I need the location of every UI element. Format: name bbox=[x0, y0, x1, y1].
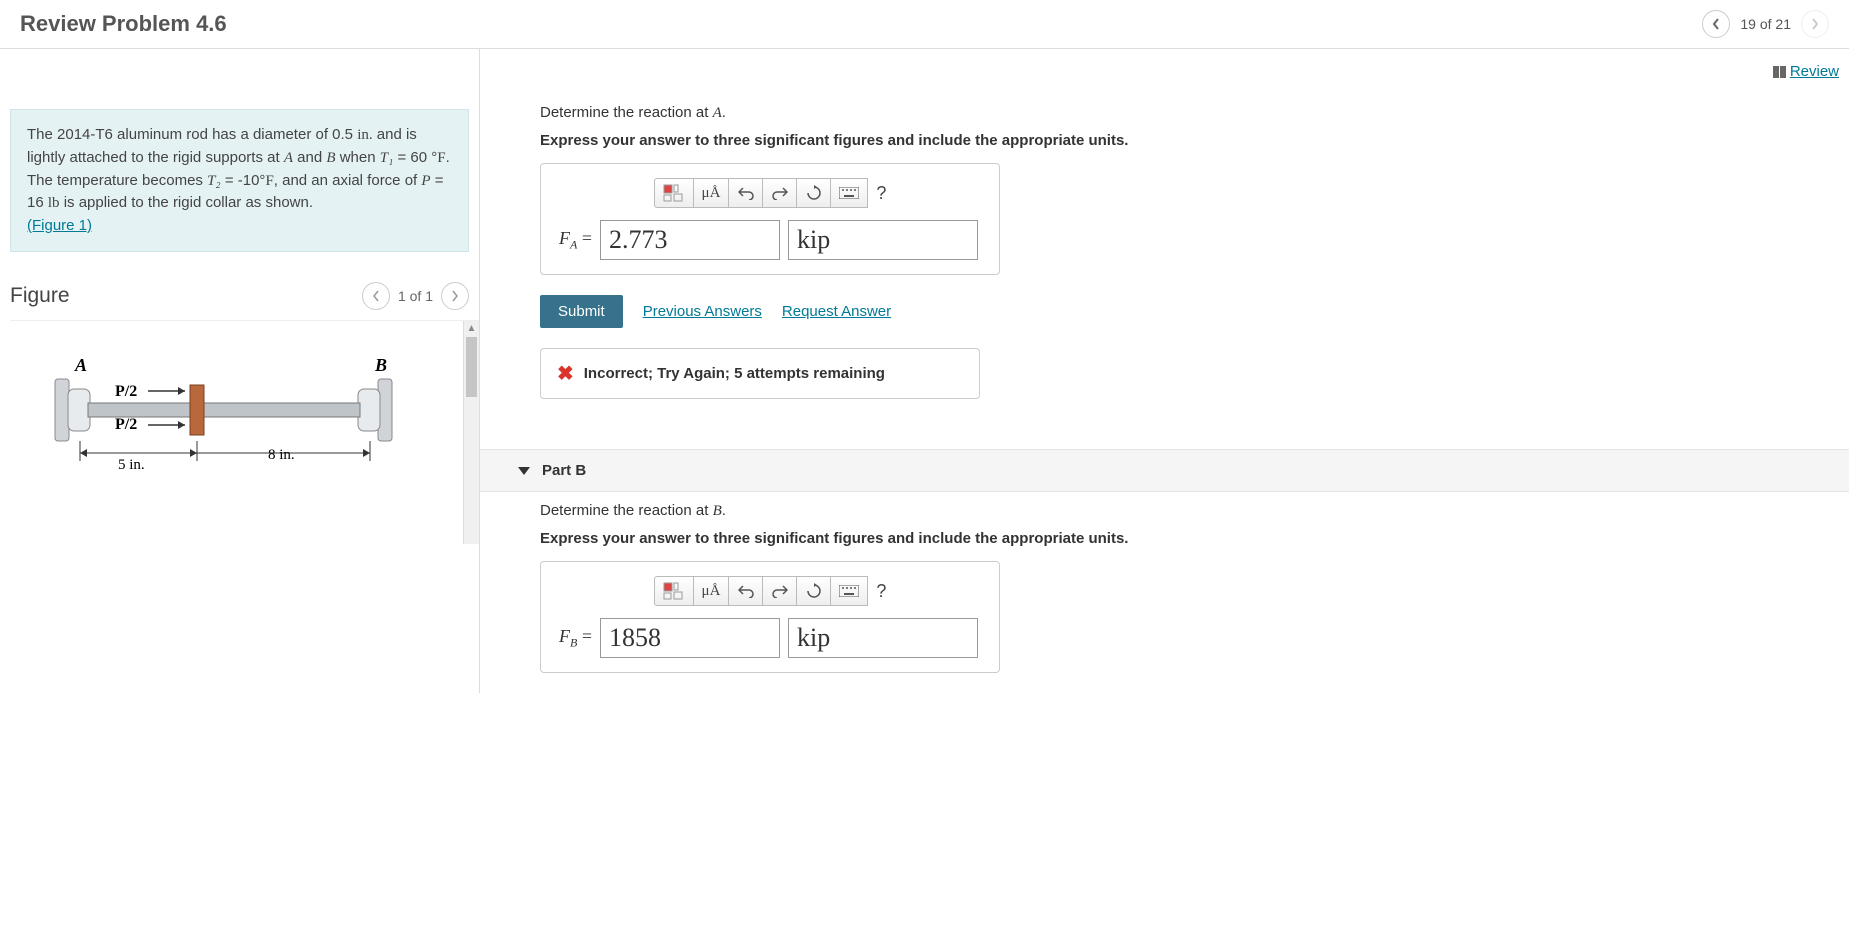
part-b-answer-row: FB = bbox=[555, 618, 985, 658]
review-link-label: Review bbox=[1790, 63, 1839, 80]
scroll-thumb[interactable] bbox=[466, 337, 477, 397]
review-link[interactable]: Review bbox=[1773, 63, 1839, 80]
figure-link[interactable]: (Figure 1) bbox=[27, 217, 92, 234]
reset-button[interactable] bbox=[797, 576, 831, 606]
part-a-feedback: ✖ Incorrect; Try Again; 5 attempts remai… bbox=[540, 348, 980, 399]
templates-button[interactable] bbox=[654, 178, 694, 208]
figure-position: 1 of 1 bbox=[398, 288, 433, 304]
part-a-prompt: Determine the reaction at A. bbox=[540, 104, 1829, 122]
part-b-header[interactable]: Part B bbox=[480, 449, 1849, 492]
part-a: Determine the reaction at A. Express you… bbox=[480, 94, 1849, 419]
symbols-button[interactable]: μÅ bbox=[694, 576, 730, 606]
collapse-icon bbox=[518, 467, 530, 475]
part-a-submit-button[interactable]: Submit bbox=[540, 295, 623, 328]
reset-button[interactable] bbox=[797, 178, 831, 208]
help-button[interactable]: ? bbox=[876, 183, 886, 204]
redo-icon bbox=[772, 186, 788, 200]
reset-icon bbox=[806, 185, 822, 201]
templates-icon bbox=[663, 582, 685, 600]
part-a-submit-row: Submit Previous Answers Request Answer bbox=[540, 295, 1829, 328]
part-b-var-label: FB = bbox=[559, 626, 592, 651]
chevron-right-icon bbox=[1810, 17, 1820, 31]
symbols-label: μÅ bbox=[702, 185, 721, 202]
right-panel: Review Determine the reaction at A. Expr… bbox=[480, 49, 1849, 693]
part-a-var-label: FA = bbox=[559, 228, 592, 253]
label-P2b: P/2 bbox=[115, 416, 137, 433]
redo-icon bbox=[772, 584, 788, 598]
undo-icon bbox=[738, 186, 754, 200]
templates-icon bbox=[663, 184, 685, 202]
figure-header: Figure 1 of 1 bbox=[10, 272, 479, 321]
redo-button[interactable] bbox=[763, 576, 797, 606]
figure-scrollbar[interactable]: ▲ bbox=[463, 321, 479, 544]
part-a-unit-input[interactable] bbox=[788, 220, 978, 260]
problem-statement: The 2014-T6 aluminum rod has a diameter … bbox=[10, 109, 469, 252]
part-b-prompt: Determine the reaction at B. bbox=[540, 502, 1829, 520]
symbols-button[interactable]: μÅ bbox=[694, 178, 730, 208]
figure-title: Figure bbox=[10, 284, 70, 308]
templates-button[interactable] bbox=[654, 576, 694, 606]
help-icon: ? bbox=[876, 183, 886, 203]
chevron-right-icon bbox=[451, 290, 459, 302]
help-icon: ? bbox=[876, 581, 886, 601]
label-B: B bbox=[374, 355, 387, 375]
part-a-instruction: Express your answer to three significant… bbox=[540, 132, 1829, 149]
part-a-request-answer-link[interactable]: Request Answer bbox=[782, 303, 891, 320]
next-question-button[interactable] bbox=[1801, 10, 1829, 38]
keyboard-button[interactable] bbox=[831, 178, 868, 208]
figure-area: ▲ A B P/2 P/2 bbox=[10, 321, 479, 544]
part-b-instruction: Express your answer to three significant… bbox=[540, 530, 1829, 547]
part-b-header-label: Part B bbox=[542, 462, 586, 479]
figure-prev-button[interactable] bbox=[362, 282, 390, 310]
keyboard-icon bbox=[839, 187, 859, 199]
chevron-left-icon bbox=[372, 290, 380, 302]
figure-diagram: A B P/2 P/2 5 in. bbox=[20, 341, 420, 521]
part-b-toolbar: μÅ ? bbox=[555, 576, 985, 606]
part-b-value-input[interactable] bbox=[600, 618, 780, 658]
part-a-toolbar: μÅ ? bbox=[555, 178, 985, 208]
part-b-answer-box: μÅ ? FB = bbox=[540, 561, 1000, 673]
figure-nav: 1 of 1 bbox=[362, 282, 469, 310]
prev-question-button[interactable] bbox=[1702, 10, 1730, 38]
part-a-value-input[interactable] bbox=[600, 220, 780, 260]
undo-button[interactable] bbox=[729, 178, 763, 208]
header-nav: 19 of 21 bbox=[1702, 10, 1829, 38]
part-a-answer-row: FA = bbox=[555, 220, 985, 260]
help-button[interactable]: ? bbox=[876, 581, 886, 602]
page-header: Review Problem 4.6 19 of 21 bbox=[0, 0, 1849, 49]
scroll-up-icon[interactable]: ▲ bbox=[464, 321, 479, 337]
incorrect-icon: ✖ bbox=[557, 361, 574, 386]
label-P2a: P/2 bbox=[115, 383, 137, 400]
part-a-answer-box: μÅ ? FA = bbox=[540, 163, 1000, 275]
undo-button[interactable] bbox=[729, 576, 763, 606]
figure-next-button[interactable] bbox=[441, 282, 469, 310]
keyboard-button[interactable] bbox=[831, 576, 868, 606]
left-panel: The 2014-T6 aluminum rod has a diameter … bbox=[0, 49, 480, 693]
reset-icon bbox=[806, 583, 822, 599]
feedback-message: Incorrect; Try Again; 5 attempts remaini… bbox=[584, 365, 885, 382]
label-d1: 5 in. bbox=[118, 457, 145, 473]
part-b: Determine the reaction at B. Express you… bbox=[480, 492, 1849, 693]
question-position: 19 of 21 bbox=[1740, 16, 1791, 32]
flag-icon bbox=[1773, 66, 1786, 78]
keyboard-icon bbox=[839, 585, 859, 597]
part-a-previous-answers-link[interactable]: Previous Answers bbox=[643, 303, 762, 320]
symbols-label: μÅ bbox=[702, 583, 721, 600]
label-A: A bbox=[74, 355, 87, 375]
label-d2: 8 in. bbox=[268, 447, 295, 463]
chevron-left-icon bbox=[1711, 17, 1721, 31]
part-b-unit-input[interactable] bbox=[788, 618, 978, 658]
undo-icon bbox=[738, 584, 754, 598]
redo-button[interactable] bbox=[763, 178, 797, 208]
page-title: Review Problem 4.6 bbox=[20, 11, 227, 37]
